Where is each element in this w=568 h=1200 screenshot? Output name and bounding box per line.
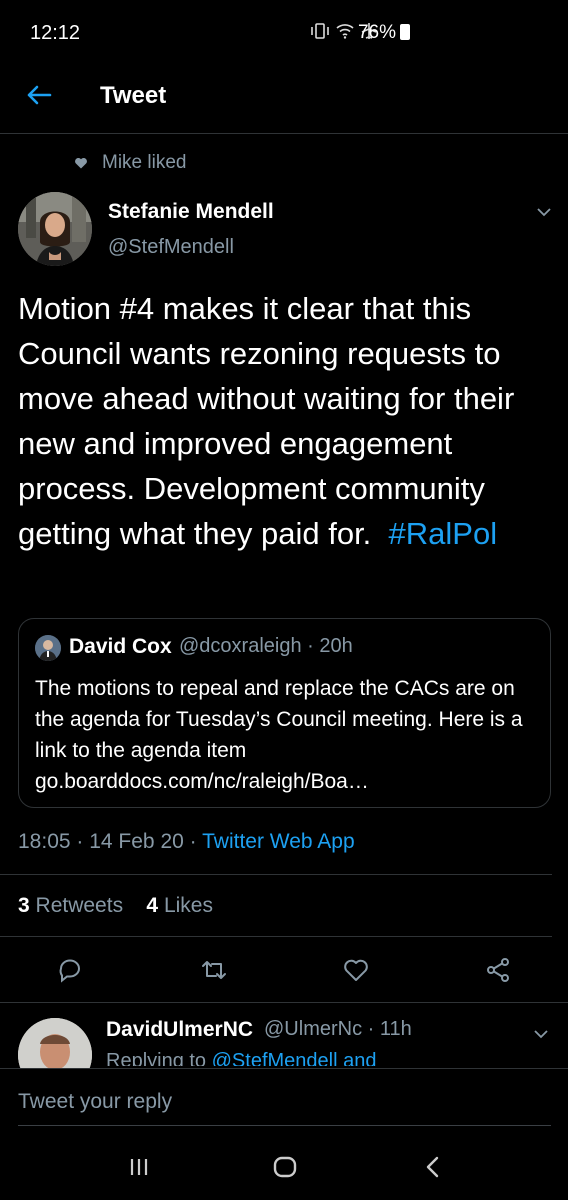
quoted-author-handle: @dcoxraleigh <box>179 635 302 657</box>
quoted-separator: · <box>307 635 320 657</box>
quoted-author-avatar <box>35 635 61 661</box>
retweet-icon[interactable] <box>200 956 228 984</box>
tweet-text: Motion #4 makes it clear that this Counc… <box>18 286 558 556</box>
author-avatar-image <box>18 192 92 266</box>
author-handle[interactable]: @StefMendell <box>108 236 234 259</box>
engagement-stats: 3 Retweets 4 Likes <box>18 894 213 918</box>
quoted-tweet-card[interactable]: David Cox @dcoxraleigh · 20h The motions… <box>18 618 551 808</box>
like-icon[interactable] <box>342 956 370 984</box>
recent-apps-icon[interactable] <box>124 1152 154 1182</box>
tweet-time: 18:05 <box>18 830 71 853</box>
quoted-author-name: David Cox <box>69 635 172 658</box>
reply-icon[interactable] <box>56 956 84 984</box>
tweet-text-body: Motion #4 makes it clear that this Counc… <box>18 291 515 551</box>
back-nav-icon[interactable] <box>418 1152 448 1182</box>
social-context: Mike liked <box>74 152 186 174</box>
quoted-tweet-text: The motions to repeal and replace the CA… <box>35 677 523 793</box>
app-header: Tweet <box>0 70 568 134</box>
status-bar: 12:12 76% <box>0 0 568 70</box>
divider <box>0 936 552 937</box>
reply-context-prefix: Replying to <box>106 1050 207 1066</box>
page-title: Tweet <box>100 82 167 109</box>
quoted-author-handle-row: @dcoxraleigh · 20h <box>179 635 353 658</box>
likes-label: Likes <box>163 894 213 917</box>
vibrate-icon <box>311 23 329 39</box>
heart-icon <box>75 157 87 169</box>
meta-separator: · <box>189 830 203 853</box>
wifi-icon <box>336 24 354 39</box>
author-avatar[interactable] <box>18 192 92 266</box>
reply-separator: · <box>367 1018 380 1040</box>
social-context-text: Mike liked <box>102 152 187 173</box>
meta-separator: · <box>76 830 90 853</box>
likes-count: 4 <box>146 894 159 917</box>
quoted-tweet-age: 20h <box>319 635 353 657</box>
reply-author-handle[interactable]: @UlmerNc <box>264 1018 362 1040</box>
back-arrow-icon[interactable] <box>24 80 54 110</box>
retweets-stat[interactable]: 3 Retweets <box>18 894 123 917</box>
reply-author-name[interactable]: DavidUlmerNC <box>106 1018 253 1042</box>
quoted-avatar-image <box>35 635 61 661</box>
reply-context-link[interactable]: @StefMendell and <box>212 1050 377 1066</box>
retweets-count: 3 <box>18 894 30 917</box>
divider <box>0 1002 568 1003</box>
tweet-date: 14 Feb 20 <box>89 830 184 853</box>
battery-icon <box>400 24 410 40</box>
tweet-source-link[interactable]: Twitter Web App <box>202 830 355 853</box>
retweets-label: Retweets <box>35 894 124 917</box>
tweet-meta: 18:05 · 14 Feb 20 · Twitter Web App <box>18 830 355 854</box>
battery-percent: 76% <box>357 22 396 43</box>
chevron-down-icon[interactable] <box>533 1026 549 1042</box>
author-name[interactable]: Stefanie Mendell <box>108 200 274 224</box>
battery-indicator: 76% <box>358 22 410 44</box>
reply-input[interactable] <box>18 1078 551 1126</box>
system-nav-bar <box>0 1134 568 1200</box>
share-icon[interactable] <box>484 956 512 984</box>
divider <box>0 874 552 875</box>
reply-age: 11h <box>379 1018 412 1040</box>
home-icon[interactable] <box>270 1152 300 1182</box>
chevron-down-icon[interactable] <box>536 204 552 220</box>
status-time: 12:12 <box>30 22 81 44</box>
reply-context: Replying to @StefMendell and <box>106 1050 376 1066</box>
reply-handle-row: @UlmerNc · 11h <box>264 1018 412 1041</box>
likes-stat[interactable]: 4 Likes <box>146 894 213 917</box>
hashtag-link[interactable]: #RalPol <box>389 516 498 551</box>
